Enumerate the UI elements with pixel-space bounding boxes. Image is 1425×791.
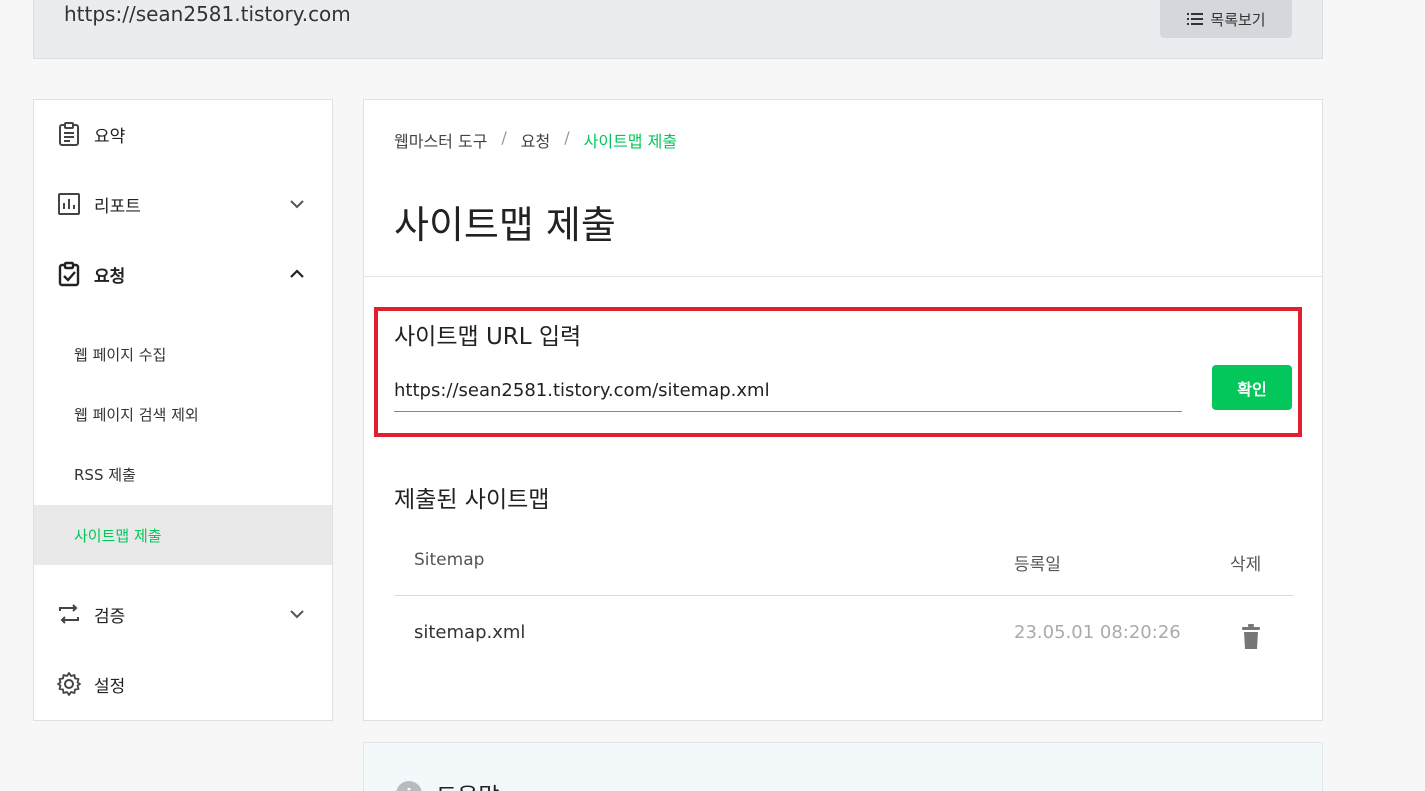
page-title: 사이트맵 제출	[394, 203, 616, 247]
gear-icon	[57, 672, 81, 696]
chevron-up-icon	[290, 269, 304, 278]
sidebar-subitem-label: 사이트맵 제출	[74, 526, 162, 545]
sidebar-item-summary[interactable]: 요약	[34, 109, 332, 159]
column-header-delete: 삭제	[1230, 555, 1262, 575]
sidebar-item-label: 검증	[94, 606, 126, 627]
confirm-button[interactable]: 확인	[1212, 365, 1292, 410]
submitted-sitemaps-title: 제출된 사이트맵	[394, 487, 550, 513]
sidebar-subitem-label: RSS 제출	[74, 465, 136, 484]
sitemap-url-section-title: 사이트맵 URL 입력	[394, 324, 582, 350]
sidebar-subitem-web-page-collect[interactable]: 웹 페이지 수집	[34, 324, 332, 384]
sidebar-subitem-label: 웹 페이지 검색 제외	[74, 405, 199, 424]
breadcrumb-item-current: 사이트맵 제출	[583, 132, 678, 151]
site-url: https://sean2581.tistory.com	[64, 2, 351, 26]
help-box: i 도움말	[363, 742, 1323, 791]
sidebar: 요약 리포트 요청 웹 페이지 수집 웹 페이지 검색 제외 RSS 제출 사이…	[33, 99, 333, 721]
info-icon: i	[396, 781, 422, 791]
list-view-button[interactable]: 목록보기	[1160, 0, 1292, 38]
bar-chart-icon	[58, 193, 80, 215]
breadcrumb-separator: /	[564, 128, 570, 147]
clipboard-check-icon	[58, 261, 80, 287]
date-cell: 23.05.01 08:20:26	[1014, 622, 1181, 643]
divider	[364, 276, 1322, 277]
chevron-down-icon	[290, 200, 304, 209]
site-bar: https://sean2581.tistory.com 목록보기	[33, 0, 1323, 59]
sitemap-table: Sitemap 등록일 삭제 sitemap.xml 23.05.01 08:2…	[394, 540, 1294, 682]
sitemap-cell[interactable]: sitemap.xml	[414, 622, 525, 643]
sidebar-item-label: 설정	[94, 676, 126, 697]
breadcrumb-separator: /	[501, 128, 507, 147]
table-row: sitemap.xml 23.05.01 08:20:26	[394, 596, 1294, 682]
sidebar-item-label: 요약	[94, 126, 126, 147]
sidebar-item-label: 요청	[94, 266, 126, 287]
sidebar-item-settings[interactable]: 설정	[34, 659, 332, 709]
help-label[interactable]: 도움말	[436, 777, 499, 791]
sidebar-subitem-sitemap-submit[interactable]: 사이트맵 제출	[34, 505, 332, 565]
breadcrumb-item-webmaster[interactable]: 웹마스터 도구	[394, 128, 487, 152]
sidebar-subitem-label: 웹 페이지 수집	[74, 345, 167, 364]
list-icon	[1187, 13, 1204, 25]
sidebar-subitem-rss-submit[interactable]: RSS 제출	[34, 444, 332, 504]
sitemap-url-input[interactable]	[394, 370, 1182, 412]
column-header-date: 등록일	[1014, 555, 1061, 575]
sidebar-item-request[interactable]: 요청	[34, 249, 332, 299]
repeat-icon	[59, 604, 79, 624]
sidebar-subitem-web-page-exclude[interactable]: 웹 페이지 검색 제외	[34, 384, 332, 444]
table-header: Sitemap 등록일 삭제	[394, 540, 1294, 596]
list-view-label: 목록보기	[1210, 10, 1266, 29]
column-header-sitemap: Sitemap	[414, 550, 485, 570]
breadcrumb: 웹마스터 도구 / 요청 / 사이트맵 제출	[394, 128, 677, 152]
trash-icon[interactable]	[1240, 624, 1262, 650]
sidebar-item-report[interactable]: 리포트	[34, 179, 332, 229]
chevron-down-icon	[290, 610, 304, 619]
breadcrumb-item-request[interactable]: 요청	[521, 128, 550, 152]
main-panel: 웹마스터 도구 / 요청 / 사이트맵 제출 사이트맵 제출 사이트맵 URL …	[363, 99, 1323, 721]
sidebar-item-verify[interactable]: 검증	[34, 589, 332, 639]
clipboard-icon	[59, 122, 79, 146]
sidebar-item-label: 리포트	[94, 196, 141, 217]
